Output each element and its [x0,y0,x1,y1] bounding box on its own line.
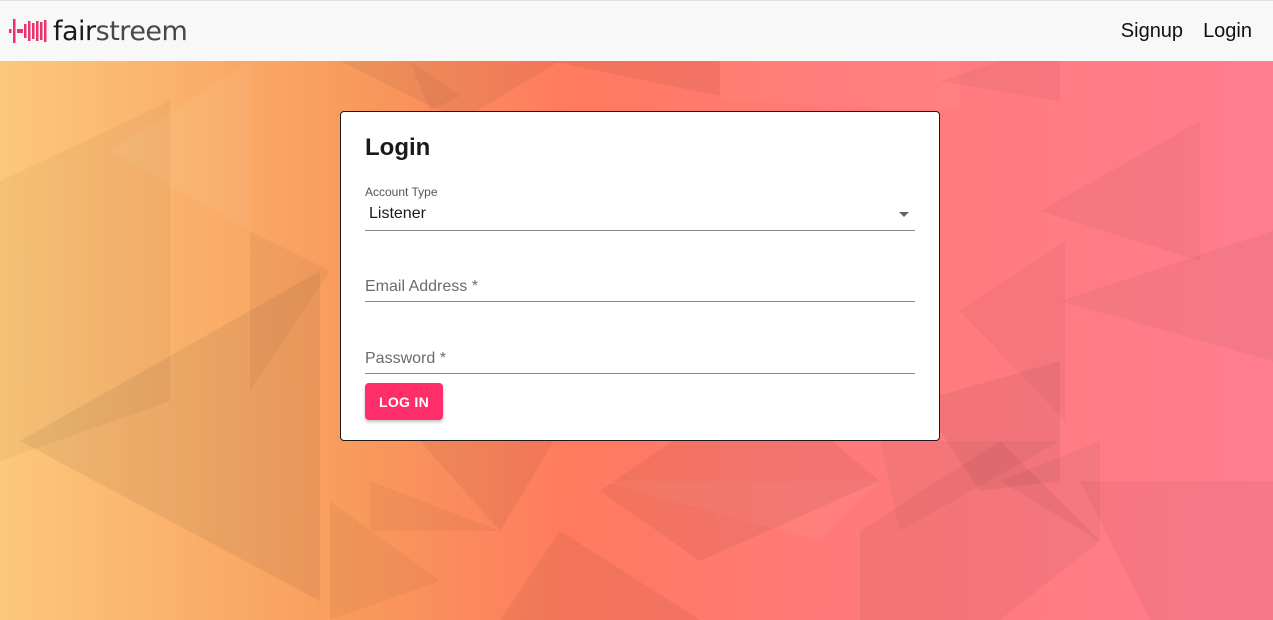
login-title: Login [365,134,431,161]
login-submit-button[interactable]: LOG IN [365,383,443,420]
top-navbar: fairstreem Signup Login [0,0,1273,61]
signup-link[interactable]: Signup [1121,20,1183,43]
password-field[interactable]: Password * [365,336,915,374]
email-underline [365,301,915,302]
brand-name-part2: streem [95,15,188,47]
brand-name: fairstreem [53,15,188,47]
email-placeholder: Email Address * [365,278,478,295]
email-field[interactable]: Email Address * [365,264,915,302]
login-card: Login Account Type Listener Email Addres… [340,111,940,441]
brand-name-part1: fair [53,15,96,47]
account-type-label: Account Type [365,185,438,199]
nav-links: Signup Login [1101,20,1252,43]
password-placeholder: Password * [365,350,446,367]
account-type-select[interactable]: Account Type Listener [365,185,915,231]
account-type-value: Listener [369,205,426,222]
brand-logo-link[interactable]: fairstreem [9,11,188,51]
login-link[interactable]: Login [1203,20,1252,43]
dropdown-arrow-icon [899,212,909,217]
password-underline [365,373,915,374]
account-type-underline [365,230,915,231]
soundwave-icon [9,19,47,43]
